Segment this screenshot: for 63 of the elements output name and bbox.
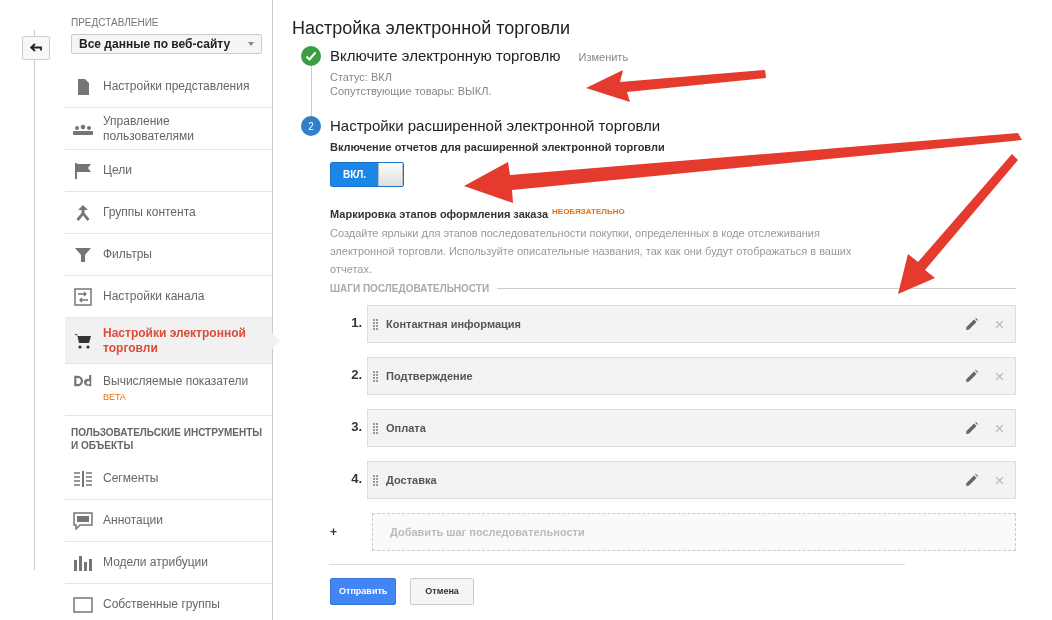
- sidebar-item[interactable]: Настройки электронной торговли: [65, 318, 272, 364]
- sidebar-item-label: Настройки канала: [103, 289, 205, 304]
- funnel-step-field[interactable]: Подтверждение: [367, 357, 1016, 395]
- sidebar-item-label: Сегменты: [103, 471, 159, 486]
- add-step-plus[interactable]: +: [330, 523, 354, 541]
- cancel-button[interactable]: Отмена: [410, 578, 474, 605]
- sidebar-item-label: Настройки электронной торговли: [103, 325, 247, 356]
- submit-button[interactable]: Отправить: [330, 578, 397, 605]
- sidebar-item-label: Модели атрибуции: [103, 555, 209, 570]
- step-title: Настройки расширенной электронной торговли: [330, 116, 661, 136]
- sidebar-item-label: Настройки представления: [103, 79, 250, 94]
- toggle-label: Включение отчетов для расширенной электронной торговли: [330, 140, 666, 155]
- sidebar-item-label: Фильтры: [103, 247, 152, 262]
- back-button[interactable]: [21, 36, 50, 60]
- filter-icon: [73, 245, 93, 264]
- funnel-step-field[interactable]: Контактная информация: [367, 305, 1016, 343]
- edit-icon[interactable]: [966, 318, 978, 330]
- change-link[interactable]: Изменить: [578, 49, 629, 66]
- beta-label: BETA: [103, 391, 127, 404]
- funnel-step-field[interactable]: Оплата: [367, 409, 1016, 447]
- sidebar-item-label: Аннотации: [103, 513, 163, 528]
- edit-icon[interactable]: [966, 422, 978, 434]
- status-text: Статус: ВКЛ: [330, 70, 393, 84]
- segments-icon: [73, 469, 93, 488]
- funnel-label: Маркировка этапов оформления заказа: [330, 206, 548, 222]
- drag-handle-icon: [373, 474, 378, 486]
- bar-chart-icon: [73, 553, 93, 572]
- sidebar-item-label: Группы контента: [103, 205, 196, 220]
- sidebar-item-label: Собственные группы: [103, 597, 220, 612]
- step-number: 4.: [350, 470, 362, 488]
- funnel-step-field[interactable]: Доставка: [367, 461, 1016, 499]
- section-title: ПОЛЬЗОВАТЕЛЬСКИЕ ИНСТРУМЕНТЫ И ОБЪЕКТЫ: [71, 426, 264, 452]
- step-title: Включите электронную торговлю: [330, 46, 561, 66]
- drag-handle-icon: [373, 370, 378, 382]
- step-number: 1.: [350, 314, 362, 332]
- add-step-field[interactable]: Добавить шаг последовательности: [372, 513, 1016, 551]
- funnel-description: Создайте ярлыки для этапов последовательности покупки, определенных в коде отслеживания электронной торговли. Используйте описательные названия, так как они будут отображаться в ваших отчетах.: [330, 226, 853, 277]
- page-title: Настройка электронной торговли: [292, 17, 572, 40]
- optional-label: НЕОБЯЗАТЕЛЬНО: [552, 205, 625, 218]
- edit-icon[interactable]: [966, 370, 978, 382]
- status-text: Сопутствующие товары: ВЫКЛ.: [330, 84, 493, 98]
- view-select[interactable]: Все данные по веб-сайту: [71, 34, 262, 54]
- table-icon: [73, 595, 93, 614]
- back-arrow-icon: [29, 43, 42, 53]
- edit-icon[interactable]: [966, 474, 978, 486]
- cart-icon: [73, 331, 93, 350]
- flag-icon: [73, 161, 93, 180]
- pointer-notch: [272, 333, 280, 349]
- enable-toggle[interactable]: ВКЛ.: [330, 161, 404, 187]
- calculated-metrics-icon: [73, 374, 93, 388]
- section-title: ШАГИ ПОСЛЕДОВАТЕЛЬНОСТИ: [330, 282, 490, 296]
- sidebar-item-label: Цели: [103, 163, 132, 178]
- comment-icon: [73, 511, 93, 530]
- step-number: 2.: [350, 366, 362, 384]
- drag-handle-icon: [373, 318, 378, 330]
- step-number: 3.: [350, 418, 362, 436]
- view-label: ПРЕДСТАВЛЕНИЕ: [71, 16, 160, 30]
- sidebar-item-label: Вычисляемые показатели: [103, 374, 249, 389]
- step-number: 2: [301, 116, 321, 136]
- channel-settings-icon: [73, 287, 93, 306]
- drag-handle-icon: [373, 422, 378, 434]
- sidebar-item-label: Управление пользователями: [103, 113, 195, 144]
- dropdown-caret-icon: [248, 42, 254, 46]
